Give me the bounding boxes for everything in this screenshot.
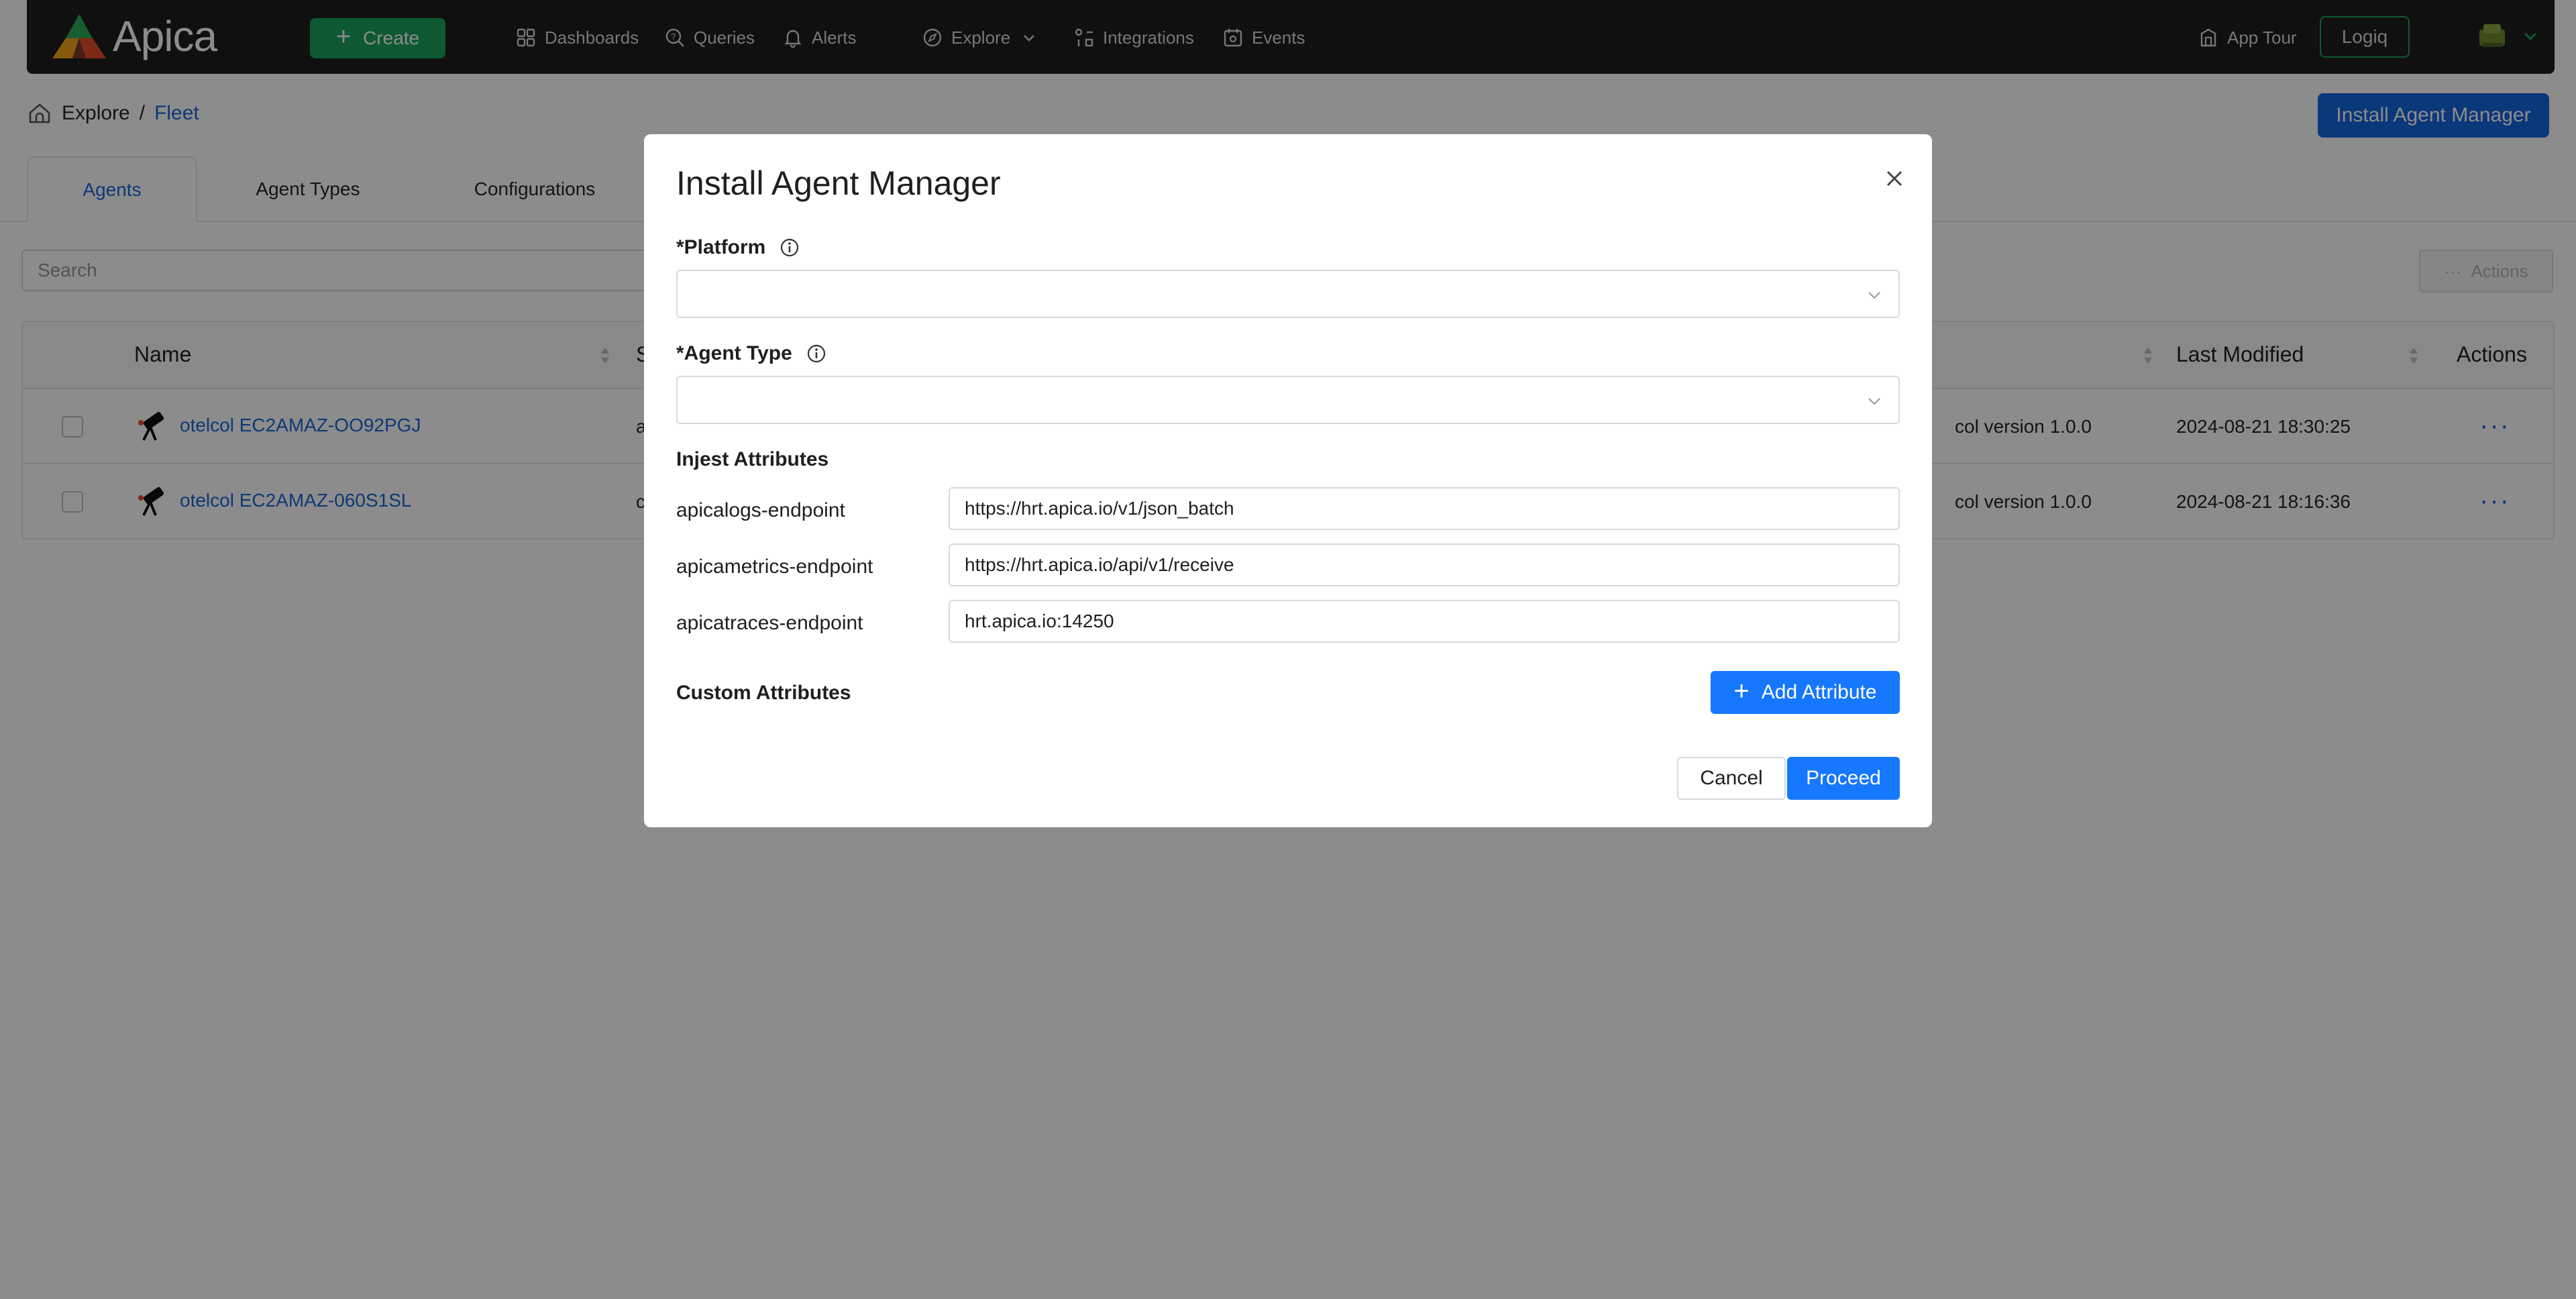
cancel-button[interactable]: Cancel: [1677, 757, 1786, 800]
agent-type-label: *Agent Type: [676, 342, 827, 365]
apicatraces-endpoint-input[interactable]: [949, 600, 1900, 643]
platform-select[interactable]: [676, 270, 1900, 318]
injest-attributes-heading: Injest Attributes: [676, 448, 829, 470]
chevron-down-icon: [1868, 398, 1880, 405]
plus-icon: +: [1733, 676, 1750, 706]
custom-attributes-heading: Custom Attributes: [676, 682, 851, 704]
agent-type-label-text: *Agent Type: [676, 342, 792, 364]
add-attribute-label: Add Attribute: [1761, 681, 1877, 703]
add-attribute-button[interactable]: + Add Attribute: [1711, 671, 1900, 714]
apicatraces-endpoint-label: apicatraces-endpoint: [676, 612, 863, 634]
proceed-button[interactable]: Proceed: [1787, 757, 1900, 800]
apicalogs-endpoint-input[interactable]: [949, 487, 1900, 530]
apicametrics-endpoint-label: apicametrics-endpoint: [676, 556, 873, 578]
close-icon[interactable]: [1881, 165, 1908, 192]
install-agent-manager-modal: Install Agent Manager *Platform *Agent T…: [644, 134, 1932, 827]
platform-label-text: *Platform: [676, 236, 766, 258]
info-icon[interactable]: [806, 343, 827, 364]
apicametrics-endpoint-input[interactable]: [949, 543, 1900, 586]
chevron-down-icon: [1868, 292, 1880, 299]
platform-label: *Platform: [676, 236, 800, 259]
agent-type-select[interactable]: [676, 376, 1900, 424]
modal-title: Install Agent Manager: [676, 164, 1001, 202]
apicalogs-endpoint-label: apicalogs-endpoint: [676, 499, 845, 521]
info-icon[interactable]: [779, 237, 800, 258]
